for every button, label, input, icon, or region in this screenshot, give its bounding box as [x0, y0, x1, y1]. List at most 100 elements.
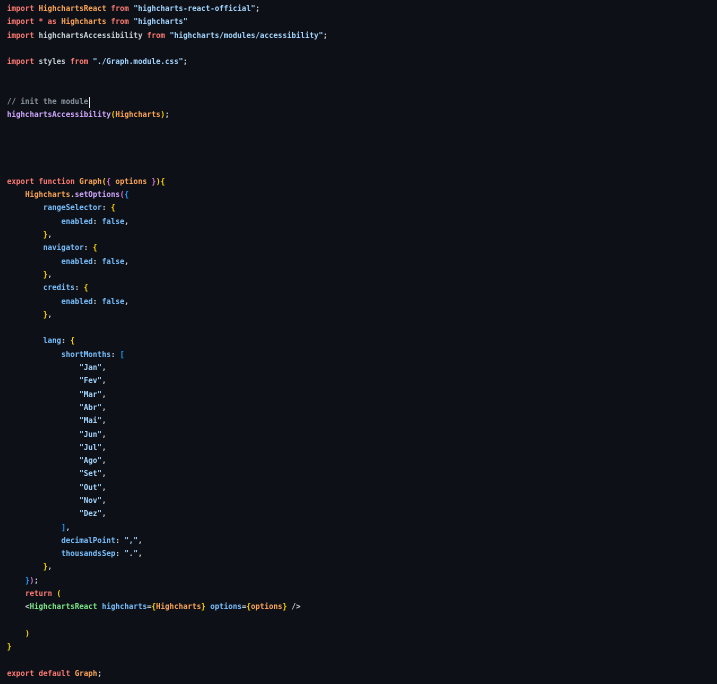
code-line[interactable]: } [7, 640, 717, 653]
code-token: import [7, 30, 39, 40]
code-token: false [101, 296, 125, 306]
code-line[interactable]: import * as Highcharts from "highcharts" [7, 15, 717, 28]
code-token: enabled [61, 296, 93, 306]
code-token: , [101, 509, 107, 519]
code-token: { [124, 190, 129, 200]
code-line[interactable]: credits: { [7, 281, 717, 294]
code-line[interactable]: enabled: false, [7, 295, 717, 308]
code-line[interactable]: import HighchartsReact from "highcharts-… [7, 2, 717, 15]
code-line[interactable]: ) [7, 627, 717, 640]
code-token: , [47, 269, 53, 279]
code-line[interactable] [7, 614, 717, 627]
code-token: , [101, 389, 107, 399]
code-line[interactable]: navigator: { [7, 241, 717, 254]
code-token: Graph [79, 176, 102, 186]
code-token: : [92, 296, 102, 306]
code-line[interactable]: "Jun", [7, 428, 717, 441]
code-line[interactable]: }); [7, 574, 717, 587]
code-line[interactable]: ], [7, 521, 717, 534]
code-line[interactable]: enabled: false, [7, 255, 717, 268]
code-line[interactable]: "Jan", [7, 361, 717, 374]
code-line[interactable]: enabled: false, [7, 215, 717, 228]
code-line[interactable]: }, [7, 268, 717, 281]
code-line[interactable]: }, [7, 228, 717, 241]
code-line[interactable]: decimalPoint: ",", [7, 534, 717, 547]
code-token: "," [124, 535, 138, 545]
code-token: "Out" [79, 482, 102, 492]
code-line[interactable]: export default Graph; [7, 667, 717, 680]
code-line[interactable]: return ( [7, 587, 717, 600]
code-token: Highcharts [156, 602, 202, 612]
code-line[interactable] [7, 162, 717, 175]
code-line[interactable] [7, 654, 717, 667]
code-line[interactable]: "Mar", [7, 388, 717, 401]
code-token: ; [97, 668, 102, 678]
code-token: , [124, 296, 129, 306]
code-token: ) [25, 628, 30, 638]
code-line[interactable]: "Mai", [7, 414, 717, 427]
code-token: , [101, 363, 107, 373]
code-line[interactable]: lang: { [7, 334, 717, 347]
code-line[interactable]: "Dez", [7, 507, 717, 520]
code-line[interactable]: <HighchartsReact highcharts={Highcharts}… [7, 600, 717, 613]
code-line[interactable]: rangeSelector: { [7, 201, 717, 214]
code-line[interactable]: shortMonths: [ [7, 348, 717, 361]
code-area[interactable]: import HighchartsReact from "highcharts-… [7, 2, 717, 680]
code-line[interactable]: "Jul", [7, 441, 717, 454]
code-line[interactable]: }, [7, 308, 717, 321]
code-line[interactable] [7, 148, 717, 161]
code-line[interactable] [7, 321, 717, 334]
code-line[interactable]: "Ago", [7, 454, 717, 467]
code-line[interactable]: "Set", [7, 467, 717, 480]
code-token: , [101, 376, 107, 386]
code-line[interactable] [7, 135, 717, 148]
code-line[interactable]: highchartsAccessibility(Highcharts); [7, 108, 717, 121]
code-token: export function [7, 176, 80, 186]
code-token: highchartsAccessibility [38, 30, 147, 40]
code-token: "highcharts-react-official" [133, 4, 256, 13]
code-line[interactable] [7, 42, 717, 55]
code-token: { [110, 203, 116, 213]
code-line[interactable]: "Fev", [7, 374, 717, 387]
code-line[interactable]: "Nov", [7, 494, 717, 507]
code-line[interactable] [7, 82, 717, 95]
code-token: , [47, 309, 53, 319]
code-line[interactable]: import styles from "./Graph.module.css"; [7, 55, 717, 68]
code-line[interactable]: // init the module [7, 95, 717, 108]
code-line[interactable]: "Abr", [7, 401, 717, 414]
code-token: import [7, 57, 39, 67]
code-line[interactable] [7, 122, 717, 135]
code-editor[interactable]: import HighchartsReact from "highcharts-… [0, 0, 717, 684]
code-token: , [47, 230, 53, 240]
code-token: enabled [61, 256, 93, 266]
code-line[interactable]: }, [7, 560, 717, 573]
code-token: : [83, 243, 93, 253]
code-line[interactable]: export function Graph({ options }){ [7, 175, 717, 188]
code-token: , [137, 549, 143, 559]
code-token: , [101, 482, 107, 492]
code-token: decimalPoint [61, 535, 116, 545]
code-line[interactable]: import highchartsAccessibility from "hig… [7, 29, 717, 42]
code-line[interactable]: Highcharts.setOptions({ [7, 188, 717, 201]
code-line[interactable]: "Out", [7, 481, 717, 494]
code-token: false [101, 256, 125, 266]
code-token: "Dez" [79, 509, 102, 519]
text-cursor [89, 96, 91, 108]
code-line[interactable] [7, 68, 717, 81]
code-line[interactable]: thousandsSep: ".", [7, 547, 717, 560]
